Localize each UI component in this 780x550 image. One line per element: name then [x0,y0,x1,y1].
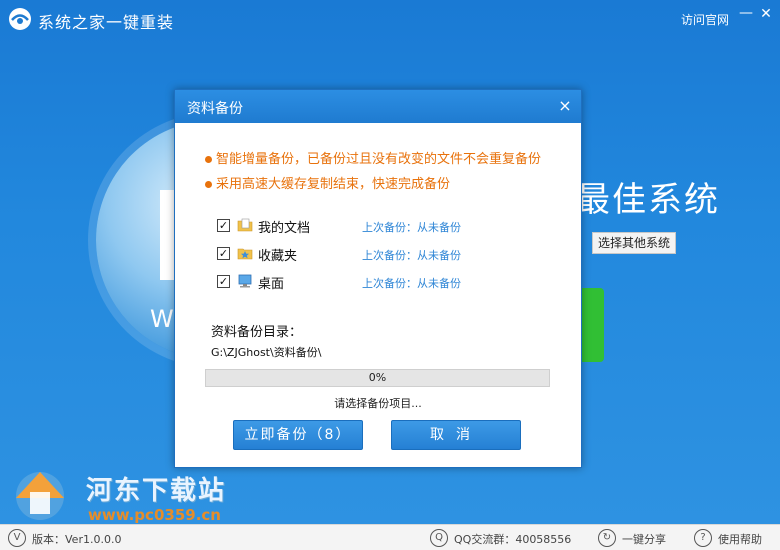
help-icon: ? [694,529,712,547]
checkbox-favorites[interactable]: ✓ [217,247,230,260]
bullet-icon [205,156,212,163]
cancel-button[interactable]: 取消 [391,420,521,450]
qq-group-text[interactable]: QQ交流群：40058556 [454,531,571,547]
backup-item-favorites[interactable]: ✓ 收藏夹 上次备份：从未备份 [217,244,557,264]
close-window-button[interactable]: ✕ [757,6,775,24]
progress-status-text: 请选择备份项目... [334,397,422,410]
background-heading: 最佳系统 [576,180,720,220]
item-last-backup: 上次备份：从未备份 [362,249,461,262]
dialog-title: 资料备份 [187,101,243,117]
backup-item-documents[interactable]: ✓ 我的文档 上次备份：从未备份 [217,216,557,236]
title-bar: 系统之家一键重装 访问官网 — ✕ [0,0,780,38]
help-link[interactable]: 使用帮助 [718,531,762,547]
note-fast-copy: 采用高速大缓存复制结束，快速完成备份 [205,173,450,192]
app-title: 系统之家一键重装 [38,13,175,32]
checkbox-documents[interactable]: ✓ [217,219,230,232]
backup-dir-path[interactable]: G:\ZJGhost\资料备份\ [211,344,321,360]
watermark-url: www.pc0359.cn [88,506,221,524]
checkbox-desktop[interactable]: ✓ [217,275,230,288]
watermark-text: 河东下载站 [86,476,227,506]
version-icon: V [8,529,26,547]
background-logo-bar [160,190,174,280]
item-label: 桌面 [258,277,285,292]
watermark-logo-icon [16,472,64,520]
status-bar: V 版本：Ver1.0.0.0 Q QQ交流群：40058556 ↻ 一键分享 … [0,524,780,550]
minimize-button[interactable]: — [737,6,755,24]
documents-folder-icon [237,218,253,232]
dialog-close-button[interactable]: × [555,96,575,116]
app-logo-icon [9,8,31,30]
backup-now-button[interactable]: 立即备份（8） [233,420,363,450]
progress-percent: 0% [368,371,387,384]
progress-bar: 0% [205,369,550,387]
background-letter: W [150,305,174,333]
favorites-folder-icon [237,248,253,260]
item-last-backup: 上次备份：从未备份 [362,221,461,234]
item-label: 收藏夹 [258,249,298,264]
backup-item-desktop[interactable]: ✓ 桌面 上次备份：从未备份 [217,272,557,292]
backup-dialog: 资料备份 × 智能增量备份，已备份过且没有改变的文件不会重复备份 采用高速大缓存… [174,89,582,468]
qq-icon: Q [430,529,448,547]
choose-other-system-button[interactable]: 选择其他系统 [592,232,676,254]
share-link[interactable]: 一键分享 [622,531,666,547]
item-last-backup: 上次备份：从未备份 [362,277,461,290]
note-incremental: 智能增量备份，已备份过且没有改变的文件不会重复备份 [205,148,541,167]
desktop-icon [238,274,252,288]
bullet-icon [205,181,212,188]
dialog-header: 资料备份 × [175,90,581,123]
backup-dir-label: 资料备份目录： [211,325,303,340]
visit-site-link[interactable]: 访问官网 [681,11,729,28]
share-icon: ↻ [598,529,616,547]
item-label: 我的文档 [258,221,311,236]
version-text: 版本：Ver1.0.0.0 [32,533,122,546]
